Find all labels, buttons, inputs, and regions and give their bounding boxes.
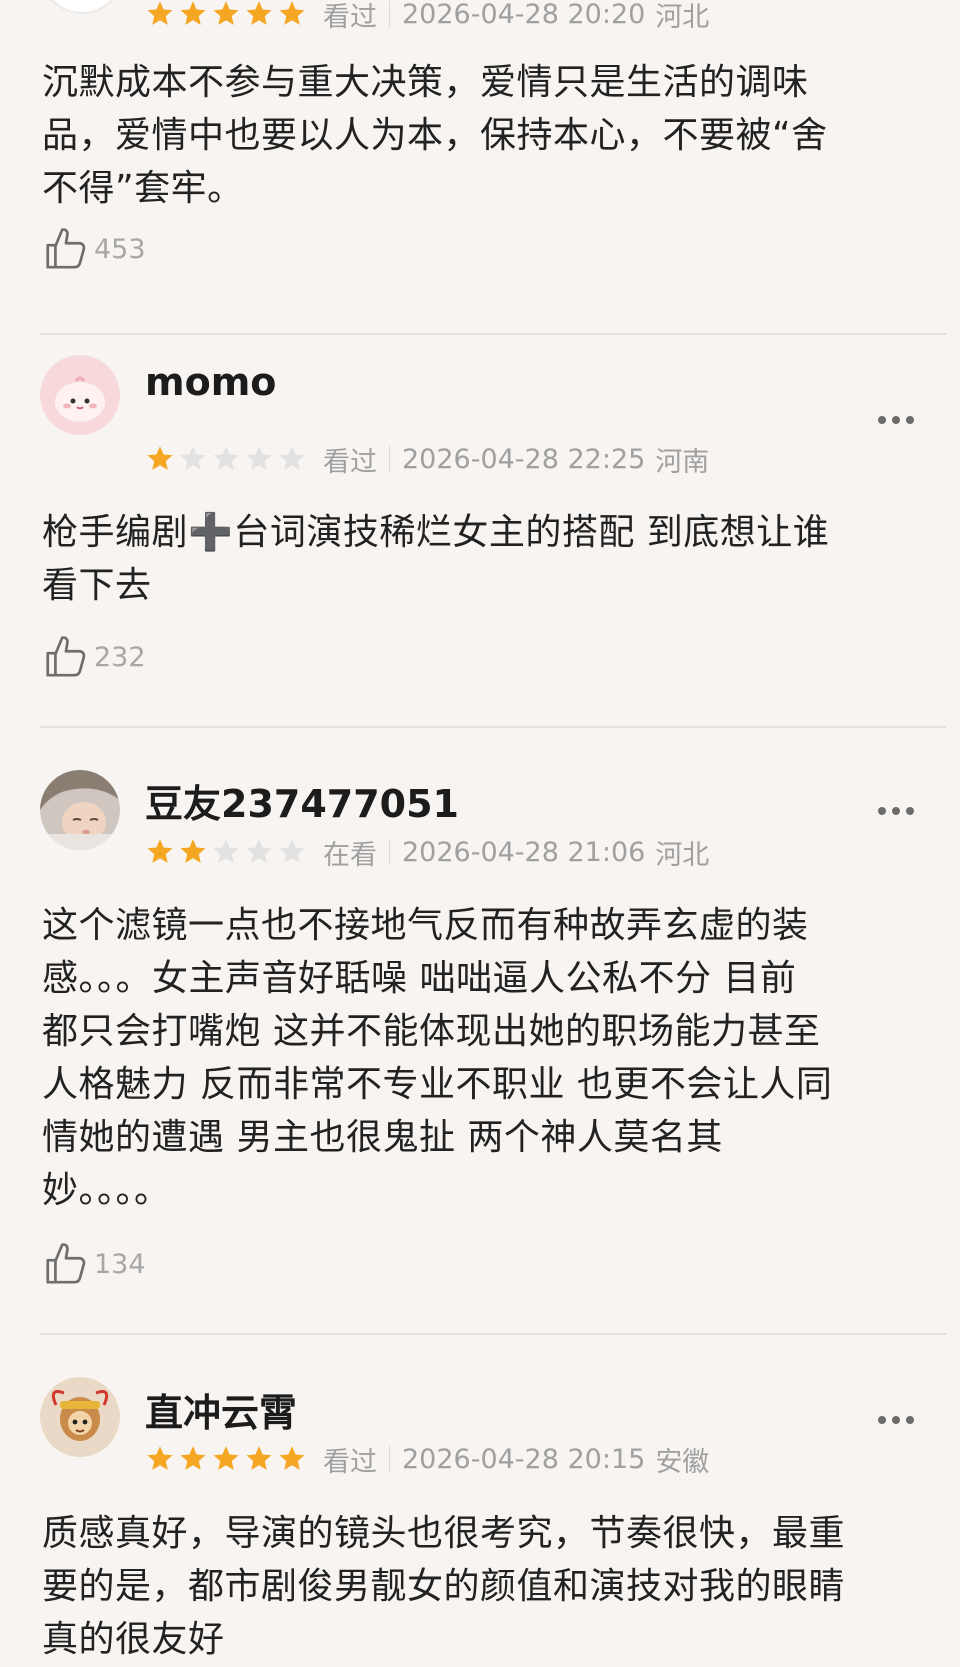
- username[interactable]: momo: [145, 360, 276, 404]
- avatar-image: [40, 355, 120, 435]
- star-empty-icon: [213, 446, 239, 470]
- star-filled-icon: [279, 1, 305, 25]
- meta-divider: [389, 1446, 390, 1472]
- star-empty-icon: [246, 446, 272, 470]
- avatar[interactable]: [40, 770, 120, 850]
- avatar[interactable]: [40, 1377, 120, 1457]
- rating-stars: [145, 0, 307, 29]
- review-content: 枪手编剧➕台词演技稀烂女主的搭配 到底想让谁 看下去: [42, 512, 830, 606]
- more-dots-icon[interactable]: [878, 807, 914, 815]
- username[interactable]: 直冲云霄: [145, 1382, 297, 1437]
- star-filled-icon: [147, 1446, 173, 1470]
- star-filled-icon: [147, 446, 173, 470]
- like-button[interactable]: 232: [42, 634, 146, 680]
- username[interactable]: 豆友237477051: [145, 773, 459, 828]
- thumbs-up-icon: [46, 228, 86, 269]
- review-meta: 看过 2026-04-28 20:20 河北: [145, 0, 710, 33]
- like-count: 232: [94, 641, 146, 673]
- watch-status: 看过: [323, 446, 377, 478]
- avatar[interactable]: [40, 355, 120, 435]
- watch-status: 看过: [323, 1446, 377, 1478]
- meta-divider: [389, 446, 390, 472]
- review-datetime: 2026-04-28 22:25: [402, 443, 646, 475]
- review-location: 河北: [655, 1, 710, 33]
- meta-divider: [389, 1, 390, 27]
- review-meta: 看过 2026-04-28 20:15 安徽: [145, 1441, 710, 1478]
- star-empty-icon: [213, 839, 239, 863]
- rating-stars: [145, 444, 307, 474]
- more-dots-icon[interactable]: [878, 416, 914, 424]
- like-button[interactable]: 134: [42, 1241, 146, 1287]
- star-filled-icon: [246, 1, 272, 25]
- review-datetime: 2026-04-28 20:15: [402, 1443, 646, 1475]
- review-datetime: 2026-04-28 20:20: [402, 0, 646, 30]
- star-filled-icon: [246, 1446, 272, 1470]
- star-empty-icon: [246, 839, 272, 863]
- star-filled-icon: [147, 1, 173, 25]
- star-filled-icon: [213, 1, 239, 25]
- review-meta: 在看 2026-04-28 21:06 河北: [145, 834, 710, 871]
- star-filled-icon: [180, 839, 206, 863]
- star-filled-icon: [147, 839, 173, 863]
- review-divider: [40, 333, 946, 335]
- review-content: 质感真好，导演的镜头也很考究，节奏很快，最重 要的是，都市剧俊男靓女的颜值和演技…: [42, 1513, 846, 1660]
- review-content: 沉默成本不参与重大决策，爱情只是生活的调味 品，爱情中也要以人为本，保持本心，不…: [42, 62, 828, 209]
- review-location: 安徽: [655, 1446, 710, 1478]
- review-content: 这个滤镜一点也不接地气反而有种故弄玄虚的装 感。。。女主声音好聒噪 咄咄逼人公私…: [42, 905, 833, 1211]
- star-empty-icon: [279, 446, 305, 470]
- rating-stars: [145, 1444, 307, 1474]
- thumbs-up-icon: [46, 1243, 86, 1284]
- avatar[interactable]: [40, 0, 124, 14]
- like-count: 453: [94, 233, 146, 265]
- review-location: 河北: [655, 839, 710, 871]
- review-location: 河南: [655, 446, 710, 478]
- more-dots-icon[interactable]: [878, 1416, 914, 1424]
- meta-divider: [389, 839, 390, 865]
- review-divider: [40, 1333, 946, 1335]
- like-count: 134: [94, 1248, 146, 1280]
- star-empty-icon: [279, 839, 305, 863]
- rating-stars: [145, 837, 307, 867]
- thumbs-up-icon: [46, 636, 86, 677]
- watch-status: 看过: [323, 1, 377, 33]
- review-meta: 看过 2026-04-28 22:25 河南: [145, 441, 710, 478]
- review-divider: [40, 726, 946, 728]
- like-button[interactable]: 453: [42, 226, 146, 272]
- star-filled-icon: [279, 1446, 305, 1470]
- avatar-image: [40, 770, 120, 850]
- star-filled-icon: [180, 1, 206, 25]
- star-filled-icon: [180, 1446, 206, 1470]
- avatar-image: [40, 1377, 120, 1457]
- star-empty-icon: [180, 446, 206, 470]
- star-filled-icon: [213, 1446, 239, 1470]
- review-datetime: 2026-04-28 21:06: [402, 836, 646, 868]
- watch-status: 在看: [323, 839, 377, 871]
